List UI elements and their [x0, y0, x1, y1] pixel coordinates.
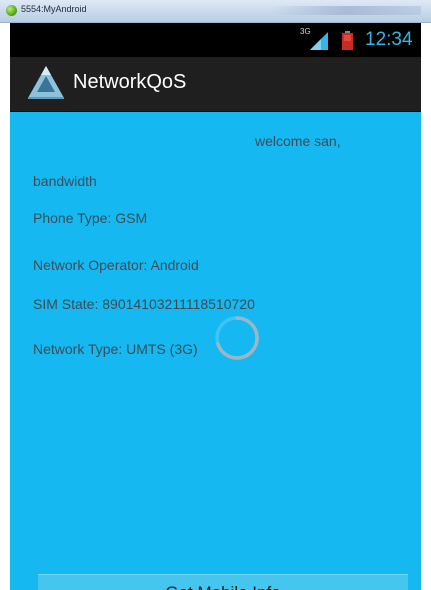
loading-spinner-icon [215, 316, 259, 360]
emulator-window: 5554:MyAndroid 3G 12:34 NetworkQoS welco… [0, 0, 431, 590]
network-type-text: Network Type: UMTS (3G) [33, 341, 198, 357]
emulator-app-icon [6, 5, 17, 16]
action-bar: NetworkQoS [10, 57, 421, 112]
status-bar: 3G 12:34 [10, 23, 421, 57]
emulator-title: 5554:MyAndroid [21, 4, 87, 14]
signal-bars-icon [310, 32, 328, 50]
app-triangle-icon[interactable] [27, 65, 65, 99]
emulator-title-bar: 5554:MyAndroid [0, 0, 431, 23]
main-content: welcome san, bandwidth Phone Type: GSM N… [10, 112, 421, 590]
welcome-text: welcome san, [255, 133, 341, 149]
status-clock: 12:34 [365, 29, 413, 50]
battery-low-icon [342, 31, 353, 50]
network-operator-text: Network Operator: Android [33, 257, 199, 273]
bandwidth-text: bandwidth [33, 173, 97, 189]
title-bar-blur [271, 6, 421, 15]
app-title: NetworkQoS [73, 71, 187, 93]
phone-type-text: Phone Type: GSM [33, 210, 148, 226]
android-screen: 3G 12:34 NetworkQoS welcome san, bandwid… [10, 23, 421, 590]
get-mobile-info-button[interactable]: Get Mobile Info [38, 574, 408, 590]
